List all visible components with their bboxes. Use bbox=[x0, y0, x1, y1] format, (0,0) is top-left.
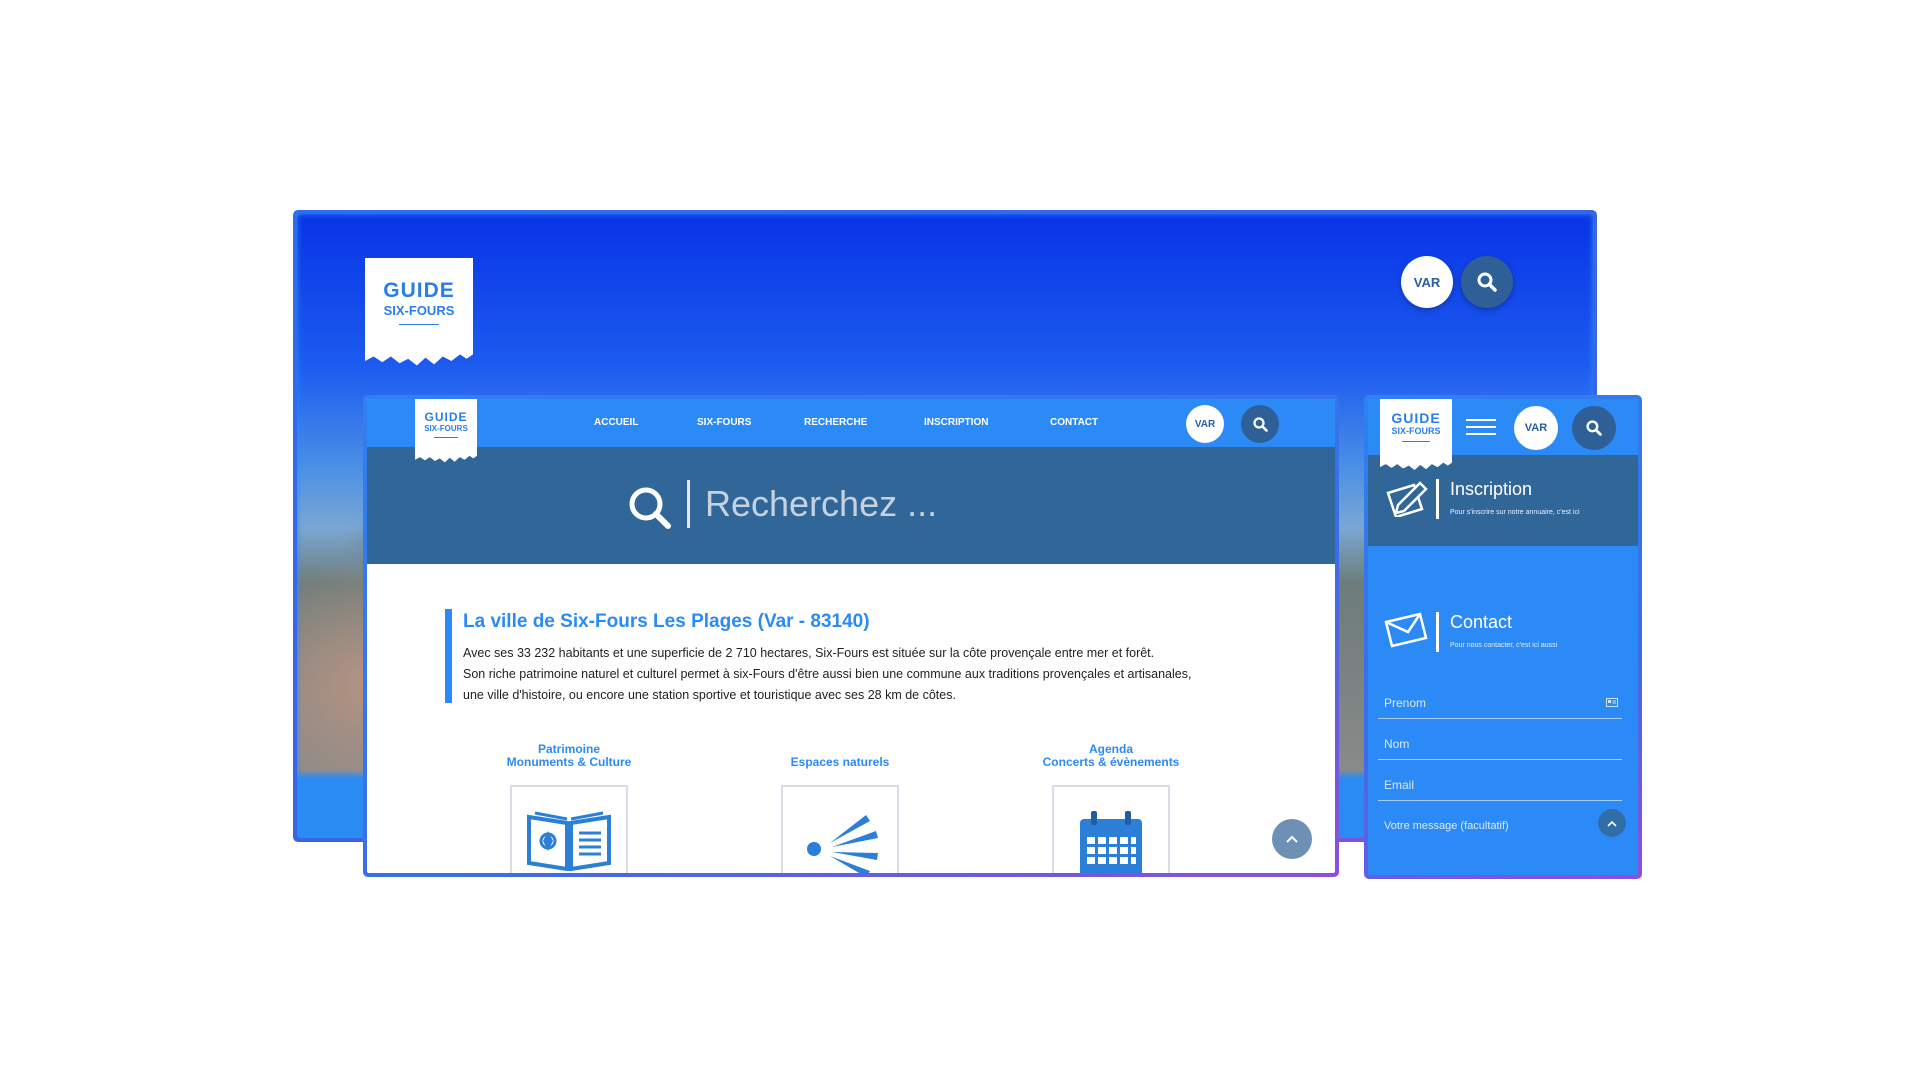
site-logo[interactable]: GUIDE SIX-FOURS bbox=[415, 399, 477, 463]
search-button[interactable] bbox=[1241, 405, 1279, 443]
contact-card-icon bbox=[1606, 698, 1618, 707]
contact-title: Contact bbox=[1450, 612, 1513, 632]
contact-subtitle: Pour nous contacter, c'est ici aussi bbox=[1450, 642, 1558, 649]
search-button[interactable] bbox=[1572, 406, 1616, 450]
category-title: Agenda Concerts & évènements bbox=[1021, 739, 1201, 769]
category-icon-box[interactable] bbox=[781, 785, 899, 873]
search-input[interactable]: Recherchez ... bbox=[705, 483, 937, 525]
logo-rule bbox=[1402, 441, 1430, 442]
book-icon bbox=[527, 811, 611, 871]
sun-rays-icon bbox=[807, 815, 878, 873]
chevron-up-icon bbox=[1286, 835, 1298, 843]
logo-text-six-fours: SIX-FOURS bbox=[424, 424, 468, 433]
email-input[interactable] bbox=[1378, 769, 1622, 800]
inscription-title: Inscription bbox=[1450, 479, 1533, 499]
scroll-top-button[interactable] bbox=[1272, 819, 1312, 859]
intro-text: Avec ses 33 232 habitants et une superfi… bbox=[463, 643, 1263, 706]
intro-accent-bar bbox=[445, 609, 452, 703]
search-divider bbox=[687, 480, 690, 528]
category-title: Espaces naturels bbox=[750, 739, 930, 769]
menu-icon[interactable] bbox=[1466, 419, 1496, 435]
prenom-input[interactable] bbox=[1378, 687, 1622, 718]
logo-rule bbox=[399, 324, 439, 325]
category-patrimoine[interactable]: Patrimoine Monuments & Culture bbox=[479, 739, 659, 873]
category-title-line: Espaces naturels bbox=[790, 755, 890, 769]
site-logo[interactable]: GUIDE SIX-FOURS bbox=[365, 258, 473, 366]
search-icon bbox=[1586, 420, 1602, 436]
search-band[interactable]: Recherchez ... bbox=[367, 447, 1335, 564]
nav-item-inscription[interactable]: INSCRIPTION bbox=[924, 417, 988, 428]
nav-item-accueil[interactable]: ACCUEIL bbox=[594, 417, 638, 428]
intro-line: une ville d'histoire, ou encore une stat… bbox=[463, 688, 956, 702]
intro-line: Son riche patrimoine naturel et culturel… bbox=[463, 667, 1192, 681]
nav-item-recherche[interactable]: RECHERCHE bbox=[804, 417, 867, 428]
calendar-icon bbox=[1080, 811, 1142, 873]
intro-title: La ville de Six-Fours Les Plages (Var - … bbox=[463, 611, 870, 632]
category-agenda[interactable]: Agenda Concerts & évènements bbox=[1021, 739, 1201, 873]
envelope-icon bbox=[1384, 612, 1428, 648]
desktop-mockup-frame: ACCUEIL SIX-FOURS RECHERCHE INSCRIPTION … bbox=[363, 395, 1339, 877]
category-espaces-naturels[interactable]: Espaces naturels bbox=[750, 739, 930, 873]
var-button[interactable]: VAR bbox=[1186, 405, 1224, 443]
search-icon bbox=[629, 487, 671, 529]
intro-line: Avec ses 33 232 habitants et une superfi… bbox=[463, 646, 1155, 660]
chevron-up-icon bbox=[1607, 820, 1617, 827]
logo-text-guide: GUIDE bbox=[383, 279, 455, 302]
search-icon bbox=[1477, 272, 1497, 292]
inscription-divider bbox=[1436, 479, 1439, 519]
inscription-subtitle: Pour s'inscrire sur notre annuaire, c'es… bbox=[1450, 509, 1580, 516]
top-navigation: ACCUEIL SIX-FOURS RECHERCHE INSCRIPTION … bbox=[367, 399, 1335, 447]
search-icon bbox=[1252, 416, 1268, 432]
category-icon-box[interactable] bbox=[1052, 785, 1170, 873]
logo-rule bbox=[434, 437, 458, 438]
site-logo[interactable]: GUIDE SIX-FOURS bbox=[1380, 399, 1452, 471]
var-button[interactable]: VAR bbox=[1401, 256, 1453, 308]
logo-text-six-fours: SIX-FOURS bbox=[1391, 426, 1441, 436]
category-title-line: Concerts & évènements bbox=[1042, 755, 1180, 769]
logo-text-six-fours: SIX-FOURS bbox=[383, 303, 455, 318]
logo-text-guide: GUIDE bbox=[424, 410, 468, 424]
search-button[interactable] bbox=[1461, 256, 1513, 308]
signature-icon bbox=[1386, 481, 1428, 517]
desktop-screen: ACCUEIL SIX-FOURS RECHERCHE INSCRIPTION … bbox=[367, 399, 1335, 873]
var-button[interactable]: VAR bbox=[1514, 406, 1558, 450]
mobile-screen: VAR GUIDE SIX-FOURS Inscription Pour s'i… bbox=[1368, 399, 1638, 875]
mobile-mockup-frame: VAR GUIDE SIX-FOURS Inscription Pour s'i… bbox=[1364, 395, 1642, 879]
prenom-field bbox=[1378, 687, 1622, 719]
category-title-line: Monuments & Culture bbox=[506, 755, 632, 769]
nav-item-six-fours[interactable]: SIX-FOURS bbox=[697, 417, 751, 428]
nom-field bbox=[1378, 728, 1622, 760]
nav-item-contact[interactable]: CONTACT bbox=[1050, 417, 1098, 428]
scroll-top-button[interactable] bbox=[1598, 809, 1626, 837]
logo-text-guide: GUIDE bbox=[1391, 410, 1441, 426]
category-title: Patrimoine Monuments & Culture bbox=[479, 739, 659, 769]
category-icon-box[interactable] bbox=[510, 785, 628, 873]
nom-input[interactable] bbox=[1378, 728, 1622, 759]
email-field bbox=[1378, 769, 1622, 801]
message-field bbox=[1378, 810, 1622, 842]
contact-divider bbox=[1436, 612, 1439, 652]
message-input[interactable] bbox=[1378, 810, 1622, 842]
